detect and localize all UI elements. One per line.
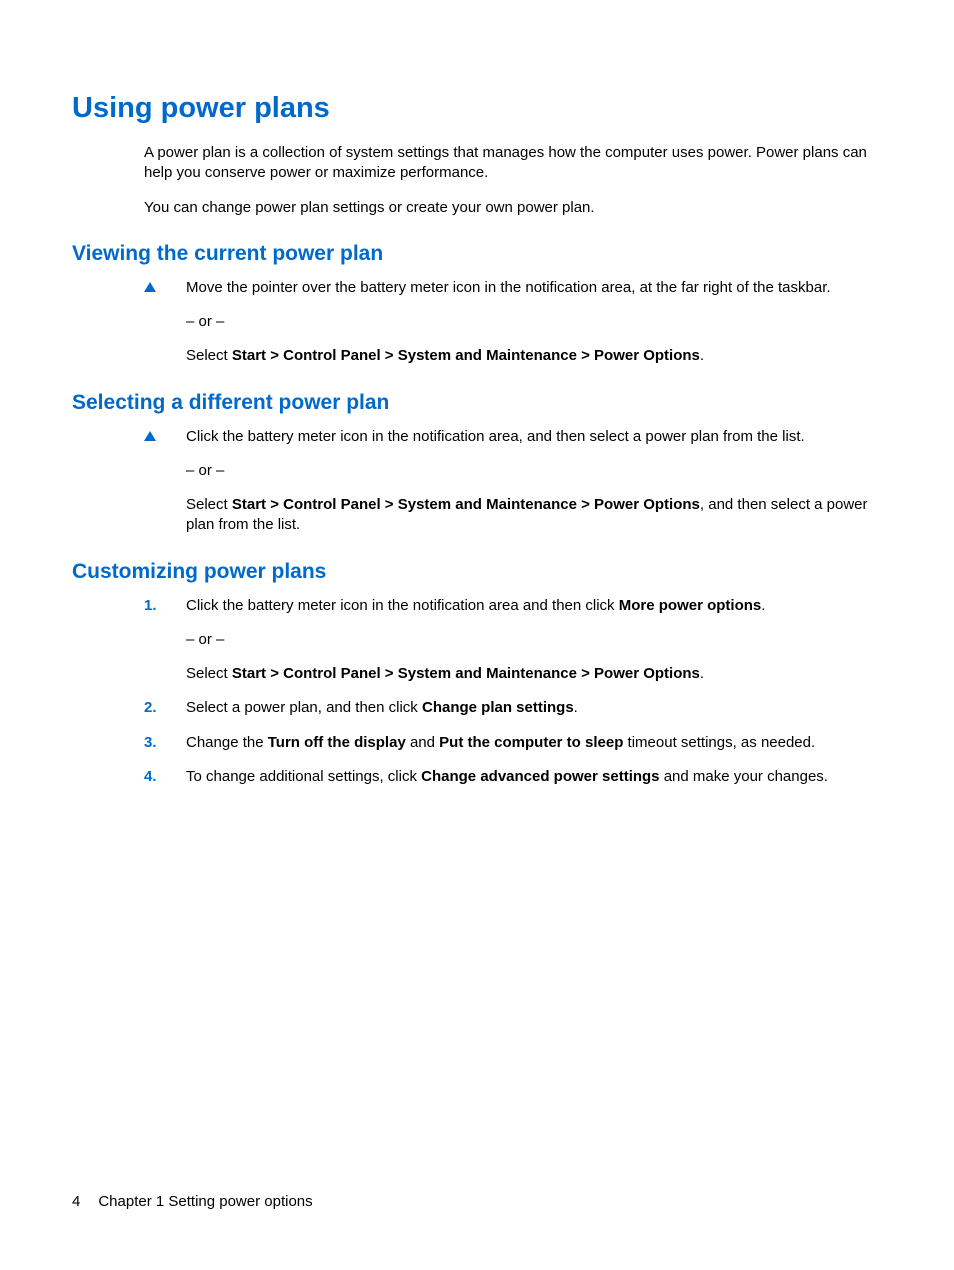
bold-path: Start > Control Panel > System and Maint… (232, 496, 700, 513)
customizing-step-1: 1. Click the battery meter icon in the n… (144, 596, 882, 685)
text: . (700, 347, 704, 364)
text: Select (186, 665, 232, 682)
text: Select (186, 496, 232, 513)
customizing-step-2: 2. Select a power plan, and then click C… (144, 698, 882, 718)
viewing-select-path: Select Start > Control Panel > System an… (186, 346, 882, 366)
text: Select a power plan, and then click (186, 699, 422, 716)
customizing-step-3: 3. Change the Turn off the display and P… (144, 733, 882, 753)
step-number-2: 2. (144, 698, 158, 718)
step-1-text: Click the battery meter icon in the noti… (186, 596, 882, 616)
selecting-step: Click the battery meter icon in the noti… (144, 427, 882, 536)
selecting-step-text: Click the battery meter icon in the noti… (186, 427, 882, 447)
viewing-block: Move the pointer over the battery meter … (144, 278, 882, 367)
customizing-step-2-content: Select a power plan, and then click Chan… (186, 698, 882, 718)
text: and (406, 734, 439, 751)
bold-text: Turn off the display (268, 734, 406, 751)
heading-selecting: Selecting a different power plan (72, 391, 882, 415)
intro-paragraph-1: A power plan is a collection of system s… (144, 143, 882, 184)
step-number-4: 4. (144, 767, 158, 787)
text: Change the (186, 734, 268, 751)
text: To change additional settings, click (186, 768, 421, 785)
selecting-select-path: Select Start > Control Panel > System an… (186, 495, 882, 536)
or-separator: – or – (186, 630, 882, 650)
or-separator: – or – (186, 312, 882, 332)
step-number-1: 1. (144, 596, 158, 616)
selecting-step-content: Click the battery meter icon in the noti… (186, 427, 882, 536)
selecting-block: Click the battery meter icon in the noti… (144, 427, 882, 536)
text: Click the battery meter icon in the noti… (186, 597, 619, 614)
bold-text: Change plan settings (422, 699, 574, 716)
step-number-3: 3. (144, 733, 158, 753)
step-3-text: Change the Turn off the display and Put … (186, 733, 882, 753)
viewing-step-content: Move the pointer over the battery meter … (186, 278, 882, 367)
customizing-step-4-content: To change additional settings, click Cha… (186, 767, 882, 787)
page-title: Using power plans (72, 92, 882, 125)
triangle-bullet-icon (144, 431, 156, 441)
bold-text: Change advanced power settings (421, 768, 659, 785)
intro-paragraph-2: You can change power plan settings or cr… (144, 198, 882, 218)
heading-viewing: Viewing the current power plan (72, 242, 882, 266)
text: timeout settings, as needed. (623, 734, 815, 751)
bold-text: More power options (619, 597, 762, 614)
page-footer: 4 Chapter 1 Setting power options (72, 1193, 313, 1210)
text: . (574, 699, 578, 716)
viewing-step-text: Move the pointer over the battery meter … (186, 278, 882, 298)
step-1-select-path: Select Start > Control Panel > System an… (186, 664, 882, 684)
customizing-step-3-content: Change the Turn off the display and Put … (186, 733, 882, 753)
bold-text: Put the computer to sleep (439, 734, 623, 751)
text: and make your changes. (660, 768, 828, 785)
triangle-bullet-icon (144, 282, 156, 292)
intro-block: A power plan is a collection of system s… (144, 143, 882, 218)
viewing-step: Move the pointer over the battery meter … (144, 278, 882, 367)
customizing-step-4: 4. To change additional settings, click … (144, 767, 882, 787)
text: Select (186, 347, 232, 364)
text: . (700, 665, 704, 682)
text: . (761, 597, 765, 614)
chapter-label: Chapter 1 Setting power options (98, 1193, 312, 1210)
step-4-text: To change additional settings, click Cha… (186, 767, 882, 787)
page-number: 4 (72, 1193, 80, 1210)
bold-path: Start > Control Panel > System and Maint… (232, 665, 700, 682)
step-2-text: Select a power plan, and then click Chan… (186, 698, 882, 718)
customizing-step-1-content: Click the battery meter icon in the noti… (186, 596, 882, 685)
or-separator: – or – (186, 461, 882, 481)
customizing-block: 1. Click the battery meter icon in the n… (144, 596, 882, 788)
document-page: Using power plans A power plan is a coll… (0, 0, 954, 1270)
bold-path: Start > Control Panel > System and Maint… (232, 347, 700, 364)
heading-customizing: Customizing power plans (72, 560, 882, 584)
